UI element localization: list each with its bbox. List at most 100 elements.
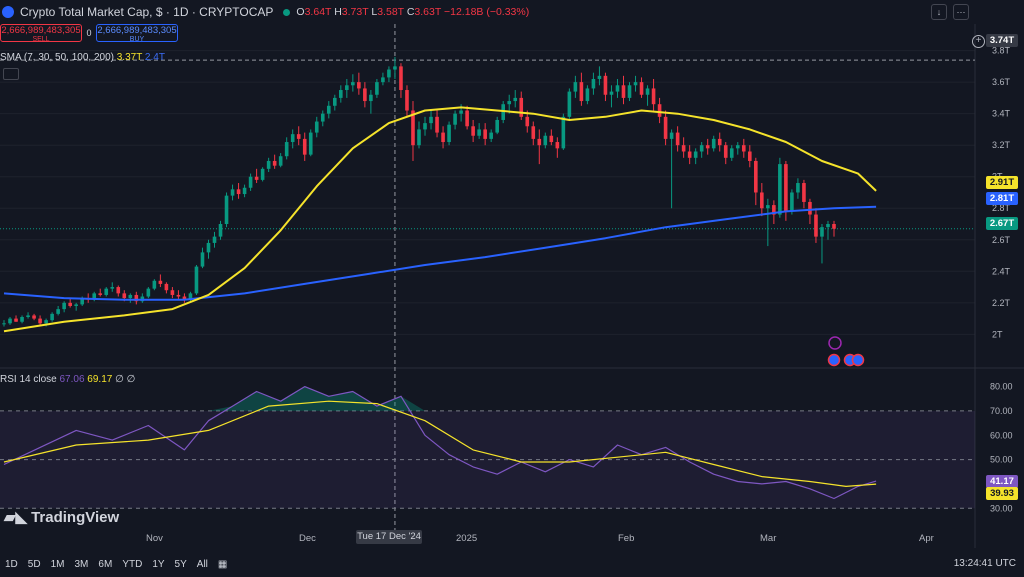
- candle-body: [278, 156, 283, 166]
- candle-body: [573, 82, 578, 92]
- ohlc-close: 3.63T: [414, 6, 442, 18]
- y-tick-label: 3.6T: [992, 77, 1011, 87]
- sma-blue-value: 2.4T: [144, 52, 165, 63]
- symbol-title[interactable]: Crypto Total Market Cap, $ · 1D · CRYPTO…: [20, 5, 273, 19]
- y-tick-label: 2T: [992, 329, 1003, 339]
- tf-1d[interactable]: 1D: [0, 559, 23, 570]
- candle-body: [525, 116, 530, 127]
- candle-body: [778, 164, 782, 215]
- candle-body: [808, 201, 812, 215]
- candle-body: [152, 280, 157, 289]
- candle-body: [158, 280, 163, 284]
- candle-body: [302, 138, 307, 155]
- candle-body: [603, 75, 608, 95]
- rsi-legend[interactable]: RSI 14 close 67.06 69.17 ∅ ∅: [0, 374, 135, 385]
- candle-body: [549, 135, 554, 143]
- candle-body: [465, 110, 469, 127]
- ohlc-values: O3.64T H3.73T L3.58T C3.63T −12.18B (−0.…: [296, 6, 530, 18]
- calendar-icon[interactable]: ▦: [213, 559, 232, 570]
- trade-panel: 2,666,989,483,305 SELL 0 2,666,989,483,3…: [0, 24, 178, 43]
- rsi-value: 67.06: [59, 374, 85, 385]
- rsi-tick-label: 30.00: [990, 503, 1013, 513]
- candle-body: [735, 145, 740, 149]
- candle-body: [820, 227, 824, 237]
- sell-button[interactable]: 2,666,989,483,305 SELL: [0, 24, 82, 43]
- more-icon[interactable]: ⋯: [953, 4, 969, 20]
- candle-body: [555, 142, 560, 149]
- rsi-tick-label: 50.00: [990, 455, 1013, 465]
- candle-body: [62, 302, 66, 310]
- spread-value: 0: [86, 28, 92, 38]
- add-alert-icon[interactable]: +: [972, 35, 985, 48]
- candle-body: [796, 183, 800, 193]
- candle-body: [687, 151, 692, 158]
- tradingview-logo[interactable]: ▰◣ TradingView: [4, 508, 119, 527]
- arrow-down-icon[interactable]: ↓: [931, 4, 947, 20]
- candle-body: [423, 123, 427, 130]
- collapse-legend-button[interactable]: [3, 68, 19, 80]
- candle-body: [224, 195, 229, 225]
- rsi-overbought-fill: [4, 386, 877, 411]
- rsi-tick-label: 60.00: [990, 430, 1013, 440]
- candle-body: [579, 82, 584, 102]
- tf-1m[interactable]: 1M: [46, 559, 70, 570]
- candle-body: [260, 168, 265, 180]
- sma-blue-line: [3, 205, 877, 301]
- last-price-tag: 2.67T: [986, 217, 1018, 230]
- candle-body: [621, 85, 626, 98]
- symbol-icon: [2, 6, 14, 18]
- candle-body: [399, 66, 403, 91]
- ohlc-change: −12.18B (−0.33%): [444, 6, 530, 18]
- candle-body: [489, 132, 493, 139]
- candle-body: [615, 85, 620, 92]
- candle-body: [194, 266, 199, 294]
- tf-all[interactable]: All: [192, 559, 213, 570]
- tf-5d[interactable]: 5D: [23, 559, 46, 570]
- chart-root[interactable]: 2T2.2T2.4T2.6T2.8T3T3.2T3.4T3.6T3.8T30.0…: [0, 0, 1024, 574]
- candle-body: [609, 91, 614, 95]
- candle-body: [597, 75, 602, 79]
- candle-body: [230, 189, 235, 196]
- candle-body: [627, 85, 632, 98]
- candle-body: [266, 160, 271, 169]
- sma-blue-price-tag: 2.81T: [986, 192, 1018, 205]
- candle-body: [477, 129, 481, 136]
- tf-ytd[interactable]: YTD: [117, 559, 147, 570]
- economic-event-icon: [827, 353, 841, 367]
- candle-body: [441, 132, 445, 143]
- buy-button[interactable]: 2,666,989,483,305 BUY: [96, 24, 178, 43]
- candle-body: [711, 138, 716, 149]
- candle-body: [254, 176, 259, 180]
- tf-5y[interactable]: 5Y: [170, 559, 192, 570]
- candle-body: [435, 116, 439, 133]
- candle-body: [784, 164, 788, 212]
- candle-body: [128, 294, 133, 299]
- tradingview-logo-icon: ▰◣: [4, 509, 28, 526]
- candle-body: [802, 183, 806, 202]
- candle-body: [453, 113, 457, 125]
- candle-body: [339, 90, 343, 98]
- candle-body: [212, 236, 217, 243]
- candle-body: [200, 252, 205, 267]
- candle-body: [308, 132, 313, 155]
- candle-body: [567, 91, 572, 117]
- chart-canvas[interactable]: 2T2.2T2.4T2.6T2.8T3T3.2T3.4T3.6T3.8T30.0…: [0, 0, 1024, 574]
- rsi-ma-value: 69.17: [87, 374, 113, 385]
- candle-body: [657, 104, 662, 117]
- tf-6m[interactable]: 6M: [93, 559, 117, 570]
- candle-body: [639, 82, 644, 95]
- clock: 13:24:41 UTC: [953, 558, 1016, 569]
- candle-body: [2, 323, 6, 325]
- candle-body: [741, 145, 746, 152]
- sma-legend[interactable]: SMA (7, 30, 50, 100, 200) 3.37T 2.4T: [0, 52, 165, 63]
- tf-3m[interactable]: 3M: [70, 559, 94, 570]
- candle-body: [363, 88, 367, 102]
- candle-body: [284, 142, 289, 157]
- candle-body: [242, 187, 247, 195]
- candle-body: [723, 145, 728, 158]
- candle-body: [98, 293, 103, 295]
- tf-1y[interactable]: 1Y: [147, 559, 169, 570]
- y-tick-label: 3.2T: [992, 140, 1011, 150]
- candle-body: [110, 287, 115, 289]
- candle-body: [20, 317, 24, 322]
